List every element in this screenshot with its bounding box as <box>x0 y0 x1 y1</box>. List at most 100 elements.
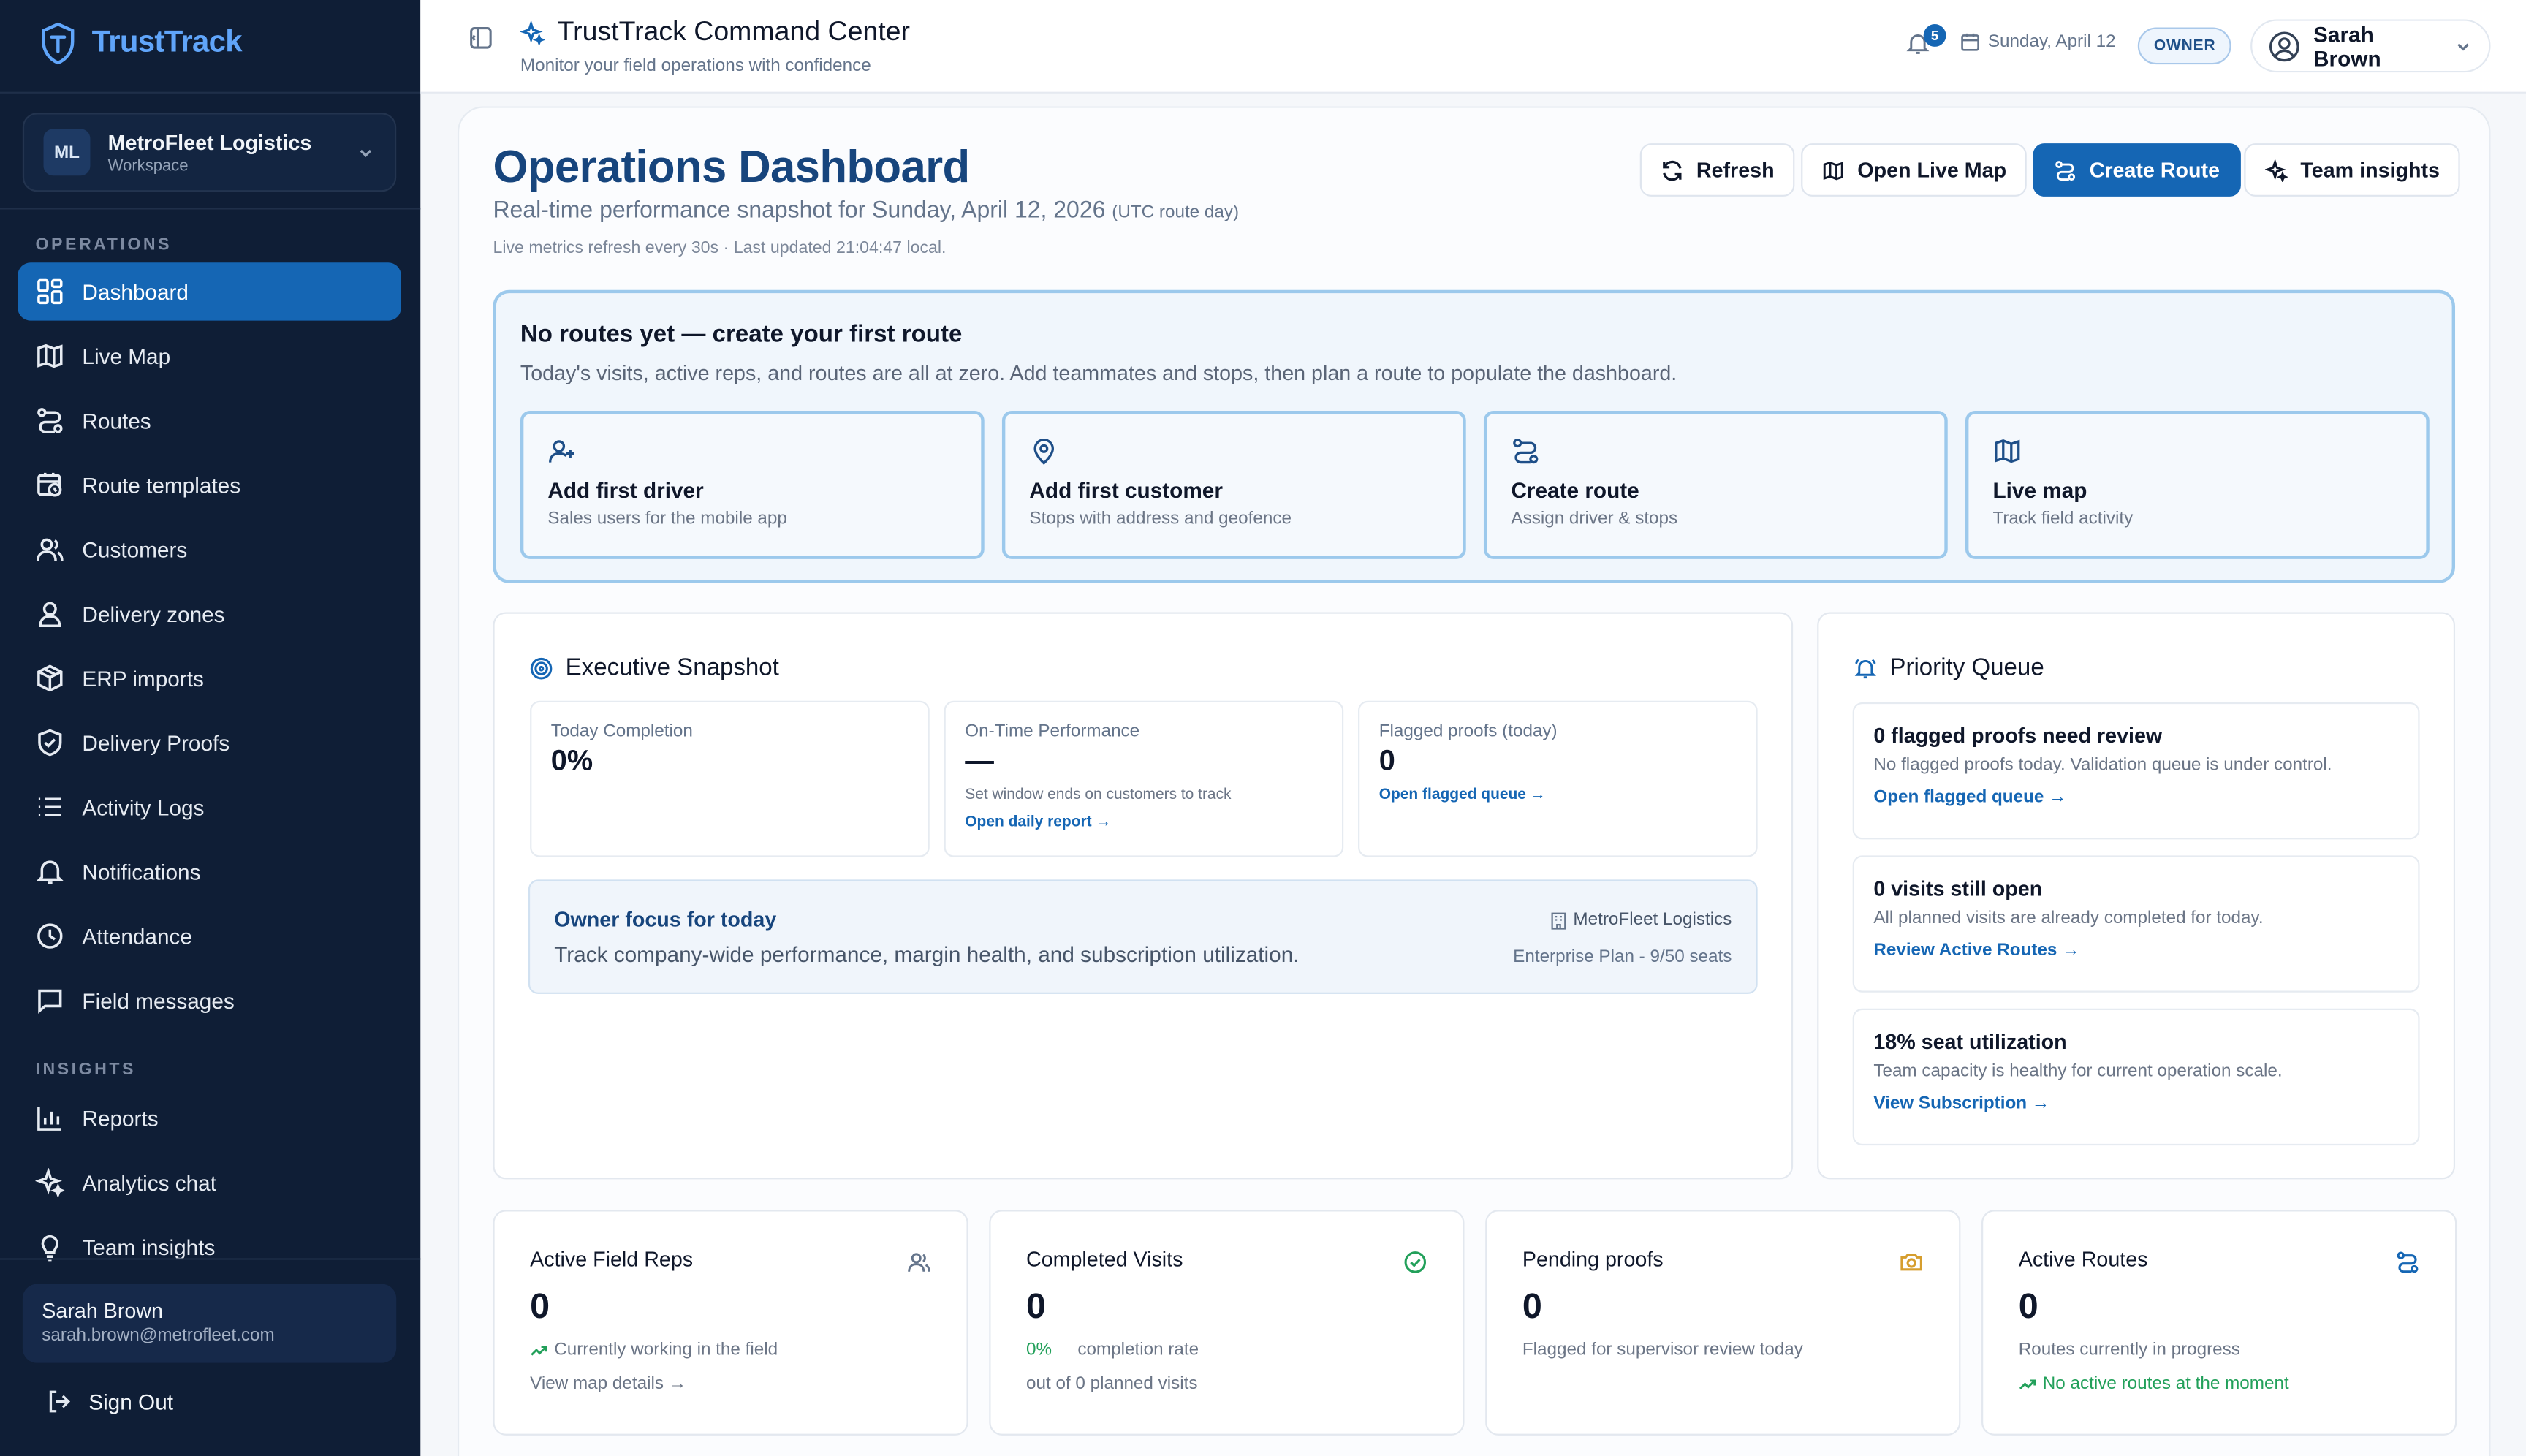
top-header: TrustTrack Command Center Monitor your f… <box>420 0 2526 94</box>
stat-label: Pending proofs <box>1522 1246 1664 1272</box>
quick-action-live-map[interactable]: Live map Track field activity <box>1965 411 2430 559</box>
subtitle-text: Real-time performance snapshot for Sunda… <box>493 198 1106 224</box>
stat-card-completed-visits[interactable]: Completed Visits 0 0% completion rate ou… <box>989 1210 1465 1436</box>
user-email: sarah.brown@metrofleet.com <box>42 1325 275 1346</box>
nav-label: ERP imports <box>82 666 204 691</box>
target-icon <box>530 656 553 679</box>
workspace-avatar: ML <box>43 129 91 176</box>
map-icon <box>1992 436 2402 466</box>
create-route-button[interactable]: Create Route <box>2033 143 2241 197</box>
metric-label: Today Completion <box>550 721 693 741</box>
nav-item-customers[interactable]: Customers <box>18 520 401 578</box>
bell-icon <box>35 857 64 887</box>
nav-item-notifications[interactable]: Notifications <box>18 843 401 900</box>
stat-card-active-routes[interactable]: Active Routes 0 Routes currently in prog… <box>1981 1210 2457 1436</box>
stat-note-row: Currently working in the field <box>530 1341 931 1360</box>
camera-icon <box>1900 1250 1924 1274</box>
message-square-icon <box>35 986 64 1015</box>
owner-focus-title: Owner focus for today <box>554 906 777 931</box>
brand[interactable]: TrustTrack <box>39 21 243 67</box>
quick-action-create-route[interactable]: Create route Assign driver & stops <box>1483 411 1948 559</box>
refresh-button[interactable]: Refresh <box>1639 143 1796 197</box>
nav-label: Attendance <box>82 924 192 949</box>
map-icon <box>1822 159 1845 181</box>
open-flagged-queue-link[interactable]: Open flagged queue → <box>1873 788 2399 807</box>
executive-snapshot-header: Executive Snapshot <box>530 654 779 681</box>
metric-label: Flagged proofs (today) <box>1378 721 1558 741</box>
sidebar-user-card[interactable]: Sarah Brown sarah.brown@metrofleet.com <box>22 1284 397 1363</box>
owner-focus-company: MetroFleet Logistics <box>1549 910 1732 930</box>
nav-label: Delivery Proofs <box>82 730 230 755</box>
nav-item-erp-imports[interactable]: ERP imports <box>18 649 401 707</box>
priority-item-text: Team capacity is healthy for current ope… <box>1873 1061 2283 1081</box>
calendar-clock-icon <box>35 471 64 500</box>
nav-item-analytics-chat[interactable]: Analytics chat <box>18 1153 401 1211</box>
active-routes-status-text: No active routes at the moment <box>2042 1374 2289 1394</box>
users-icon <box>907 1250 931 1274</box>
route-icon <box>1511 436 1920 466</box>
users-icon <box>35 535 64 564</box>
nav-label: Delivery zones <box>82 602 225 626</box>
user-menu-button[interactable]: Sarah Brown <box>2250 19 2491 73</box>
user-name: Sarah Brown <box>42 1298 163 1323</box>
lightbulb-icon <box>35 1232 64 1262</box>
divider <box>0 91 421 94</box>
nav-label: Live Map <box>82 344 171 368</box>
trusttrack-logo-icon <box>39 21 77 67</box>
list-icon <box>35 792 64 822</box>
team-insights-button[interactable]: Team insights <box>2244 143 2461 197</box>
metric-on-time-performance: On-Time Performance — Set window ends on… <box>944 700 1344 857</box>
sign-out-label: Sign Out <box>88 1389 174 1414</box>
subtitle-note: (UTC route day) <box>1112 202 1240 223</box>
refresh-meta: Live metrics refresh every 30s · Last up… <box>493 238 947 258</box>
section-label-insights: INSIGHTS <box>35 1060 137 1080</box>
quick-action-add-customer[interactable]: Add first customer Stops with address an… <box>1001 411 1466 559</box>
open-live-map-button[interactable]: Open Live Map <box>1801 143 2028 197</box>
app-subtitle: Monitor your field operations with confi… <box>520 56 871 76</box>
nav-item-field-messages[interactable]: Field messages <box>18 971 401 1029</box>
view-subscription-link[interactable]: View Subscription → <box>1873 1094 2399 1113</box>
nav-item-route-templates[interactable]: Route templates <box>18 456 401 514</box>
stat-card-active-field-reps[interactable]: Active Field Reps 0 Currently working in… <box>493 1210 968 1436</box>
sparkles-icon <box>2264 159 2288 181</box>
sign-out-button[interactable]: Sign Out <box>47 1389 173 1414</box>
stat-value: 0 <box>1025 1285 1046 1326</box>
metric-flagged-proofs: Flagged proofs (today) 0 Open flagged qu… <box>1358 700 1758 857</box>
open-flagged-queue-link[interactable]: Open flagged queue → <box>1379 786 1737 804</box>
stat-value: 0 <box>2018 1285 2038 1326</box>
planned-visits-text: out of 0 planned visits <box>1025 1374 1198 1394</box>
log-out-icon <box>47 1389 72 1414</box>
completion-rate-pct: 0% <box>1025 1340 1052 1360</box>
nav-label: Field messages <box>82 988 235 1013</box>
view-map-details-link[interactable]: View map details → <box>530 1374 931 1393</box>
panel-toggle-icon[interactable] <box>469 26 493 50</box>
quick-action-add-driver[interactable]: Add first driver Sales users for the mob… <box>520 411 985 559</box>
nav-item-routes[interactable]: Routes <box>18 392 401 450</box>
stat-value: 0 <box>1522 1285 1542 1326</box>
sparkles-icon <box>520 20 545 45</box>
shield-check-icon <box>35 728 64 757</box>
empty-state-text: Today's visits, active reps, and routes … <box>520 360 1677 385</box>
refresh-label: Refresh <box>1696 157 1775 183</box>
open-daily-report-link[interactable]: Open daily report → <box>965 814 1322 831</box>
nav-item-delivery-proofs[interactable]: Delivery Proofs <box>18 713 401 771</box>
chevron-down-icon <box>2454 37 2473 56</box>
review-active-routes-link[interactable]: Review Active Routes → <box>1873 941 2399 960</box>
nav-item-activity-logs[interactable]: Activity Logs <box>18 778 401 836</box>
nav-item-attendance[interactable]: Attendance <box>18 907 401 965</box>
notifications-button[interactable]: 5 <box>1905 24 1946 56</box>
stat-card-pending-proofs[interactable]: Pending proofs 0 Flagged for supervisor … <box>1485 1210 1961 1436</box>
quick-action-title: Add first customer <box>1029 478 1223 503</box>
nav-item-team-insights[interactable]: Team insights <box>18 1218 401 1275</box>
nav-item-reports[interactable]: Reports <box>18 1089 401 1147</box>
workspace-switcher[interactable]: ML MetroFleet Logistics Workspace <box>22 113 397 192</box>
nav-label: Activity Logs <box>82 795 205 819</box>
nav-item-dashboard[interactable]: Dashboard <box>18 262 401 321</box>
workspace-name: MetroFleet Logistics <box>107 129 312 154</box>
stat-note-row: 0% completion rate <box>1026 1341 1427 1360</box>
nav-label: Customers <box>82 537 188 562</box>
nav-item-delivery-zones[interactable]: Delivery zones <box>18 585 401 642</box>
section-label-operations: OPERATIONS <box>35 235 172 255</box>
priority-queue-panel: Priority Queue 0 flagged proofs need rev… <box>1817 612 2456 1180</box>
nav-item-live-map[interactable]: Live Map <box>18 327 401 384</box>
